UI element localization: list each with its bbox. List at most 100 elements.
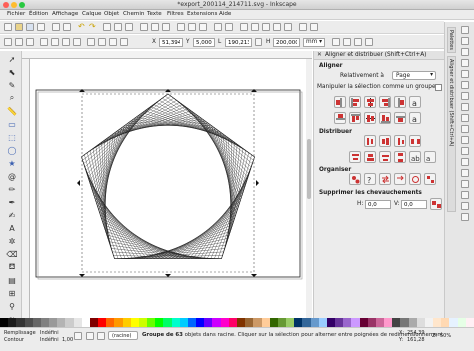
clone-icon[interactable]	[188, 23, 196, 31]
ungroup-icon[interactable]	[225, 23, 233, 31]
menu-objet[interactable]: Objet	[104, 11, 119, 17]
palette-swatch[interactable]	[465, 318, 474, 327]
snap-paths-icon[interactable]	[461, 103, 469, 111]
raise-top-icon[interactable]	[87, 38, 95, 46]
align-top-edges-icon[interactable]	[349, 112, 361, 124]
vertical-scroll-thumb[interactable]	[307, 139, 311, 199]
zoom-selection-icon[interactable]	[140, 23, 148, 31]
redo-icon[interactable]: ↷	[89, 23, 97, 31]
snap-cusp-icon[interactable]	[461, 125, 469, 133]
distribute-baseline-icon[interactable]: ab	[409, 151, 421, 163]
spiral-tool-icon[interactable]: @	[7, 171, 17, 181]
import-icon[interactable]	[52, 23, 60, 31]
select-all-icon[interactable]	[4, 38, 12, 46]
x-input[interactable]	[159, 38, 183, 47]
lower-bottom-icon[interactable]	[120, 38, 128, 46]
select-all-layers-icon[interactable]	[15, 38, 23, 46]
group-checkbox[interactable]	[435, 84, 442, 91]
undo-icon[interactable]: ↶	[78, 23, 86, 31]
flip-vertical-icon[interactable]	[73, 38, 81, 46]
spray-tool-icon[interactable]: ✲	[7, 236, 17, 246]
distribute-gaps-v-icon[interactable]	[394, 151, 406, 163]
tweak-tool-icon[interactable]: ✎	[7, 80, 17, 90]
ellipse-tool-icon[interactable]: ◯	[7, 145, 17, 155]
snap-intersections-icon[interactable]	[461, 114, 469, 122]
preferences-icon[interactable]	[299, 23, 307, 31]
snap-mid-segment-icon[interactable]	[461, 147, 469, 155]
center-vertical-axis-icon[interactable]	[364, 96, 376, 108]
zoom-page-icon[interactable]	[162, 23, 170, 31]
snap-bbox-corners-icon[interactable]	[461, 59, 469, 67]
align-right-to-left-anchor-icon[interactable]	[334, 96, 346, 108]
menu-filtres[interactable]: Filtres	[167, 11, 184, 17]
exchange-z-order-icon[interactable]	[394, 173, 406, 185]
snap-smooth-icon[interactable]	[461, 136, 469, 144]
snap-bbox-icon[interactable]	[461, 37, 469, 45]
align-top-to-bottom-anchor-icon[interactable]	[394, 112, 406, 124]
deselect-icon[interactable]	[26, 38, 34, 46]
open-file-icon[interactable]	[15, 23, 23, 31]
unlink-clone-icon[interactable]	[199, 23, 207, 31]
align-bottom-to-top-anchor-icon[interactable]	[334, 112, 346, 124]
exchange-clockwise-icon[interactable]	[409, 173, 421, 185]
distribute-bottom-edges-icon[interactable]	[379, 151, 391, 163]
snap-text-baseline-icon[interactable]	[461, 180, 469, 188]
snap-guides-icon[interactable]	[461, 213, 469, 221]
snap-midpoints-icon[interactable]	[461, 70, 469, 78]
snap-centers-icon[interactable]	[461, 81, 469, 89]
distribute-right-edges-icon[interactable]	[394, 135, 406, 147]
pen-tool-icon[interactable]: ✒	[7, 197, 17, 207]
copy-icon[interactable]	[103, 23, 111, 31]
panel-collapse-icon[interactable]: ✕	[317, 52, 322, 58]
selector-tool-icon[interactable]: ➚	[7, 54, 17, 64]
unit-select[interactable]: mm ▾	[303, 38, 326, 47]
lower-icon[interactable]	[109, 38, 117, 46]
exchange-positions-icon[interactable]	[379, 173, 391, 185]
layer-select[interactable]: (racine)	[108, 331, 138, 340]
distribute-top-edges-icon[interactable]	[349, 151, 361, 163]
scale-stroke-icon[interactable]	[332, 38, 340, 46]
transform-patterns-icon[interactable]	[365, 38, 373, 46]
align-left-edges-icon[interactable]	[349, 96, 361, 108]
align-distribute-icon[interactable]	[284, 23, 292, 31]
palettes-tab[interactable]: Palettes	[447, 27, 456, 53]
measure-tool-icon[interactable]: 📏	[7, 106, 17, 116]
export-icon[interactable]	[63, 23, 71, 31]
snap-rotation-center-icon[interactable]	[461, 169, 469, 177]
document-properties-icon[interactable]	[310, 23, 318, 31]
bucket-tool-icon[interactable]: ⛾	[7, 262, 17, 272]
snap-bbox-edges-icon[interactable]	[461, 48, 469, 56]
distribute-centers-h-icon[interactable]	[379, 135, 391, 147]
3d-box-tool-icon[interactable]: ⬚	[7, 132, 17, 142]
panel-tab[interactable]: Aligner et distribuer (Shift+Ctrl+A)	[447, 56, 456, 212]
height-input[interactable]	[273, 38, 300, 47]
eraser-tool-icon[interactable]: ⌫	[6, 249, 17, 259]
snap-page-border-icon[interactable]	[461, 191, 469, 199]
snap-object-centers-icon[interactable]	[461, 158, 469, 166]
menu-edition[interactable]: Édition	[29, 11, 48, 17]
overlap-v-input[interactable]	[401, 200, 427, 209]
distribute-gaps-h-icon[interactable]	[409, 135, 421, 147]
align-bottom-edges-icon[interactable]	[379, 112, 391, 124]
distribute-baseline-v-icon[interactable]: a	[424, 151, 436, 163]
arrange-grid-icon[interactable]	[424, 173, 436, 185]
relative-select[interactable]: Page ▾	[392, 71, 436, 80]
horizontal-ruler[interactable]	[22, 51, 312, 59]
text-tool-icon[interactable]: A	[7, 223, 17, 233]
mesh-tool-icon[interactable]: ⊞	[7, 288, 17, 298]
canvas-area[interactable]	[22, 51, 312, 325]
scale-corners-icon[interactable]	[343, 38, 351, 46]
fill-stroke-icon[interactable]	[240, 23, 248, 31]
rotate-ccw-icon[interactable]	[40, 38, 48, 46]
width-input[interactable]	[225, 38, 252, 47]
text-font-icon[interactable]	[251, 23, 259, 31]
align-left-to-right-anchor-icon[interactable]	[394, 96, 406, 108]
stroke-value[interactable]: Indéfini	[40, 337, 59, 343]
fill-value[interactable]: Indéfini	[40, 330, 59, 336]
drawing[interactable]	[30, 59, 306, 325]
menu-affichage[interactable]: Affichage	[52, 11, 78, 17]
layer-lock-icon[interactable]	[97, 332, 105, 340]
new-document-icon[interactable]	[4, 23, 12, 31]
menu-texte[interactable]: Texte	[147, 11, 162, 17]
snap-grid-icon[interactable]	[461, 202, 469, 210]
